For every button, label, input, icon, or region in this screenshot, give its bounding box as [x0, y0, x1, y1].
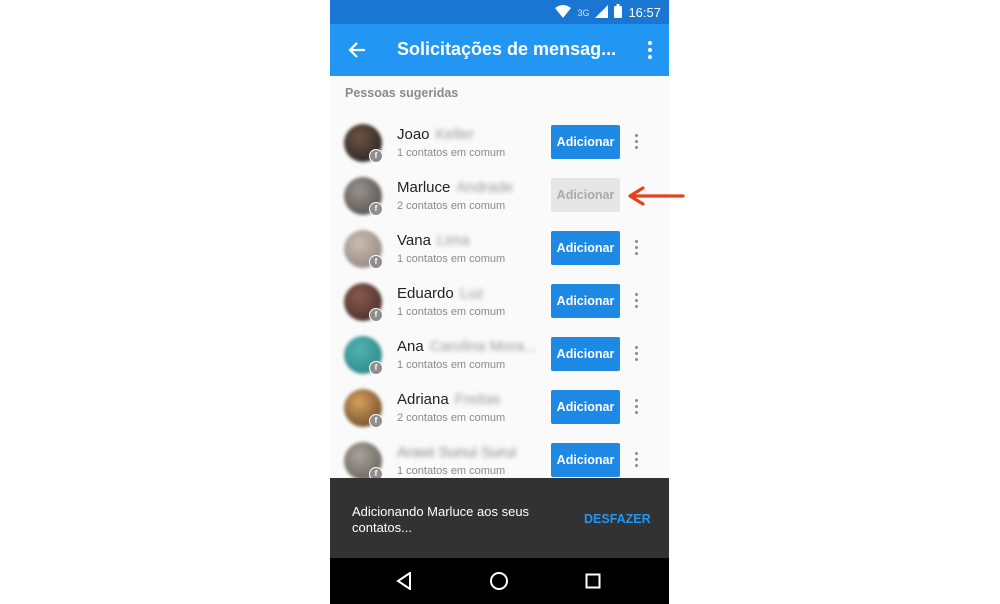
row-more-options-icon[interactable] — [630, 290, 642, 310]
section-title: Pessoas sugeridas — [345, 86, 459, 100]
last-name-blurred: Freitas — [454, 391, 501, 408]
row-more-options-icon[interactable] — [630, 237, 642, 257]
avatar[interactable]: f — [344, 442, 383, 481]
add-contact-button[interactable]: Adicionar — [551, 284, 620, 318]
first-name: Ana — [397, 338, 424, 355]
snackbar: Adicionando Marluce aos seus contatos...… — [330, 478, 669, 558]
avatar[interactable]: f — [344, 283, 383, 322]
name-blurred: Arawi Sunui Surui — [397, 444, 517, 461]
add-contact-button[interactable]: Adicionar — [551, 231, 620, 265]
person-name: Eduardo Luz — [397, 285, 484, 302]
person-row: f Ana Carolina Mora... 1 contatos em comum A… — [330, 336, 669, 386]
add-contact-button[interactable]: Adicionar — [551, 390, 620, 424]
person-row: f Joao Keller 1 contatos em comum Adicionar — [330, 124, 669, 174]
last-name-blurred: Lima — [436, 232, 470, 249]
first-name: Adriana — [397, 391, 449, 408]
person-row: f Eduardo Luz 1 contatos em comum Adicionar — [330, 283, 669, 333]
avatar[interactable]: f — [344, 336, 383, 375]
row-more-options-icon[interactable] — [630, 343, 642, 363]
facebook-badge-icon: f — [369, 414, 383, 428]
mutual-contacts: 2 contatos em comum — [397, 412, 506, 424]
row-more-options-icon[interactable] — [630, 131, 642, 151]
page-title: Solicitações de mensag... — [397, 39, 617, 59]
mutual-contacts: 1 contatos em comum — [397, 306, 506, 318]
person-name: Adriana Freitas — [397, 391, 501, 408]
person-name: Vana Lima — [397, 232, 469, 249]
first-name: Vana — [397, 232, 431, 249]
back-arrow-icon[interactable] — [344, 37, 370, 63]
nav-home-icon[interactable] — [486, 568, 512, 594]
mutual-contacts: 2 contatos em comum — [397, 200, 506, 212]
last-name-blurred: Keller — [435, 126, 474, 143]
facebook-badge-icon: f — [369, 149, 383, 163]
app-bar: Solicitações de mensag... — [330, 24, 669, 76]
person-row: f Adriana Freitas 2 contatos em comum Adicio… — [330, 389, 669, 439]
person-name: Arawi Sunui Surui — [397, 444, 516, 461]
mutual-contacts: 1 contatos em comum — [397, 359, 506, 371]
navigation-bar — [330, 558, 669, 604]
row-more-options-icon[interactable] — [630, 449, 642, 469]
person-row: f Vana Lima 1 contatos em comum Adicionar — [330, 230, 669, 280]
wifi-icon — [555, 4, 572, 21]
add-contact-button[interactable]: Adicionar — [551, 337, 620, 371]
facebook-badge-icon: f — [369, 308, 383, 322]
mutual-contacts: 1 contatos em comum — [397, 253, 506, 265]
person-name: Marluce Andrade — [397, 179, 513, 196]
add-contact-button[interactable]: Adicionar — [551, 443, 620, 477]
last-name-blurred: Luz — [459, 285, 484, 302]
first-name: Joao — [397, 126, 430, 143]
more-options-icon[interactable] — [643, 38, 657, 62]
first-name: Eduardo — [397, 285, 454, 302]
row-more-options-icon[interactable] — [630, 396, 642, 416]
add-contact-button[interactable]: Adicionar — [551, 178, 620, 212]
person-row: f Marluce Andrade 2 contatos em comum Adicio… — [330, 177, 669, 227]
mutual-contacts: 1 contatos em comum — [397, 465, 506, 477]
nav-back-icon[interactable] — [391, 568, 417, 594]
undo-button[interactable]: DESFAZER — [584, 512, 651, 526]
last-name-blurred: Andrade — [456, 179, 514, 196]
facebook-badge-icon: f — [369, 202, 383, 216]
battery-icon — [614, 4, 623, 21]
annotation-arrow — [628, 186, 685, 206]
status-bar: 3G 16:57 — [330, 0, 669, 24]
phone-screen: 3G 16:57 Solicitações de mensag... Pesso… — [330, 0, 669, 604]
mutual-contacts: 1 contatos em comum — [397, 147, 506, 159]
avatar[interactable]: f — [344, 230, 383, 269]
signal-icon — [595, 4, 609, 21]
snackbar-message: Adicionando Marluce aos seus contatos... — [352, 504, 530, 535]
avatar[interactable]: f — [344, 389, 383, 428]
facebook-badge-icon: f — [369, 361, 383, 375]
person-name: Joao Keller — [397, 126, 474, 143]
nav-recents-icon[interactable] — [580, 568, 606, 594]
clock: 16:57 — [628, 5, 661, 20]
facebook-badge-icon: f — [369, 255, 383, 269]
first-name: Marluce — [397, 179, 451, 196]
avatar[interactable]: f — [344, 177, 383, 216]
add-contact-button[interactable]: Adicionar — [551, 125, 620, 159]
avatar[interactable]: f — [344, 124, 383, 163]
network-type: 3G — [577, 7, 590, 18]
person-name: Ana Carolina Mora... — [397, 338, 536, 355]
last-name-blurred: Carolina Mora... — [429, 338, 537, 355]
